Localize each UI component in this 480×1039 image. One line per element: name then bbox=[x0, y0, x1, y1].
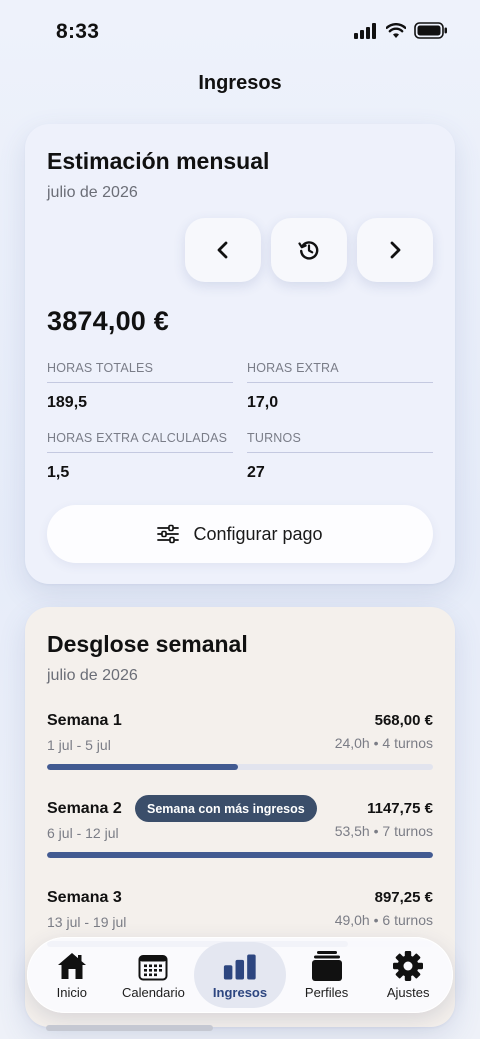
bar-chart-icon bbox=[223, 953, 256, 980]
tab-ingresos[interactable]: Ingresos bbox=[194, 942, 286, 1008]
monthly-amount: 3874,00 € bbox=[47, 306, 169, 336]
status-bar: 8:33 bbox=[0, 0, 480, 64]
tab-label: Inicio bbox=[56, 984, 87, 1000]
stack-icon bbox=[311, 950, 342, 981]
configure-pay-label: Configurar pago bbox=[193, 523, 323, 544]
week-progress-bar bbox=[47, 852, 433, 858]
week-name: Semana 2 bbox=[47, 800, 122, 817]
tab-label: Perfiles bbox=[304, 984, 349, 1000]
stat-label: HORAS EXTRA CALCULADAS bbox=[47, 431, 233, 453]
sliders-icon bbox=[157, 524, 180, 544]
next-month-button[interactable] bbox=[357, 218, 433, 282]
monthly-estimate-card: Estimación mensual julio de 2026 3874,00… bbox=[25, 124, 455, 584]
week-amount: 897,25 € bbox=[374, 889, 433, 906]
calendar-icon bbox=[138, 954, 168, 980]
stat-value: 189,5 bbox=[47, 394, 88, 411]
week-progress-bar bbox=[47, 764, 433, 770]
tab-label: Calendario bbox=[121, 984, 185, 1000]
tab-calendario[interactable]: Calendario bbox=[113, 942, 195, 1008]
tab-bar: Inicio Calendario Ingresos Perfiles Ajus… bbox=[27, 937, 453, 1013]
week-range: 6 jul - 12 jul bbox=[47, 825, 119, 841]
history-icon bbox=[298, 241, 319, 260]
estimate-month: julio de 2026 bbox=[47, 184, 138, 201]
signal-icon bbox=[354, 22, 376, 39]
previous-month-button[interactable] bbox=[185, 218, 261, 282]
stat-label: TURNOS bbox=[247, 431, 433, 453]
stat-shifts: TURNOS 27 bbox=[247, 431, 433, 482]
estimate-title: Estimación mensual bbox=[47, 148, 270, 174]
wifi-icon bbox=[386, 22, 406, 38]
chevron-left-icon bbox=[217, 241, 228, 259]
tab-label: Ajustes bbox=[386, 984, 430, 1000]
configure-pay-button[interactable]: Configurar pago bbox=[47, 505, 433, 563]
week-progress-fill bbox=[47, 852, 433, 858]
page-title: Ingresos bbox=[198, 72, 282, 94]
chevron-right-icon bbox=[390, 241, 401, 259]
week-row[interactable]: Semana 2 Semana con más ingresos 6 jul -… bbox=[47, 795, 433, 880]
house-icon bbox=[57, 952, 86, 979]
week-amount: 568,00 € bbox=[374, 712, 433, 729]
week-meta: 24,0h • 4 turnos bbox=[334, 735, 433, 751]
home-indicator bbox=[46, 1025, 213, 1031]
tab-ajustes[interactable]: Ajustes bbox=[367, 942, 449, 1008]
status-icons bbox=[354, 22, 448, 39]
gear-icon bbox=[393, 950, 424, 981]
week-name: Semana 3 bbox=[47, 889, 122, 906]
week-name: Semana 1 bbox=[47, 712, 122, 729]
week-meta: 53,5h • 7 turnos bbox=[334, 823, 433, 839]
stat-total-hours: HORAS TOTALES 189,5 bbox=[47, 361, 233, 412]
week-meta: 49,0h • 6 turnos bbox=[334, 912, 433, 928]
stat-value: 27 bbox=[247, 464, 265, 481]
battery-icon bbox=[414, 22, 447, 39]
tab-perfiles[interactable]: Perfiles bbox=[286, 942, 368, 1008]
week-progress-fill bbox=[47, 764, 239, 770]
week-row[interactable]: Semana 1 1 jul - 5 jul 568,00 € 24,0h • … bbox=[47, 712, 433, 792]
week-range: 13 jul - 19 jul bbox=[47, 914, 127, 930]
weekly-month: julio de 2026 bbox=[47, 667, 138, 684]
stat-label: HORAS EXTRA bbox=[247, 361, 433, 383]
stat-value: 1,5 bbox=[47, 464, 70, 481]
current-month-button[interactable] bbox=[271, 218, 347, 282]
stat-calculated-extra-hours: HORAS EXTRA CALCULADAS 1,5 bbox=[47, 431, 233, 482]
status-time: 8:33 bbox=[56, 20, 100, 43]
stat-label: HORAS TOTALES bbox=[47, 361, 233, 383]
stat-extra-hours: HORAS EXTRA 17,0 bbox=[247, 361, 433, 412]
weekly-title: Desglose semanal bbox=[47, 631, 248, 657]
top-week-badge: Semana con más ingresos bbox=[135, 795, 317, 822]
tab-inicio[interactable]: Inicio bbox=[31, 942, 113, 1008]
week-range: 1 jul - 5 jul bbox=[47, 737, 111, 753]
week-amount: 1147,75 € bbox=[367, 800, 433, 817]
tab-label: Ingresos bbox=[212, 984, 268, 1000]
stat-value: 17,0 bbox=[247, 394, 279, 411]
